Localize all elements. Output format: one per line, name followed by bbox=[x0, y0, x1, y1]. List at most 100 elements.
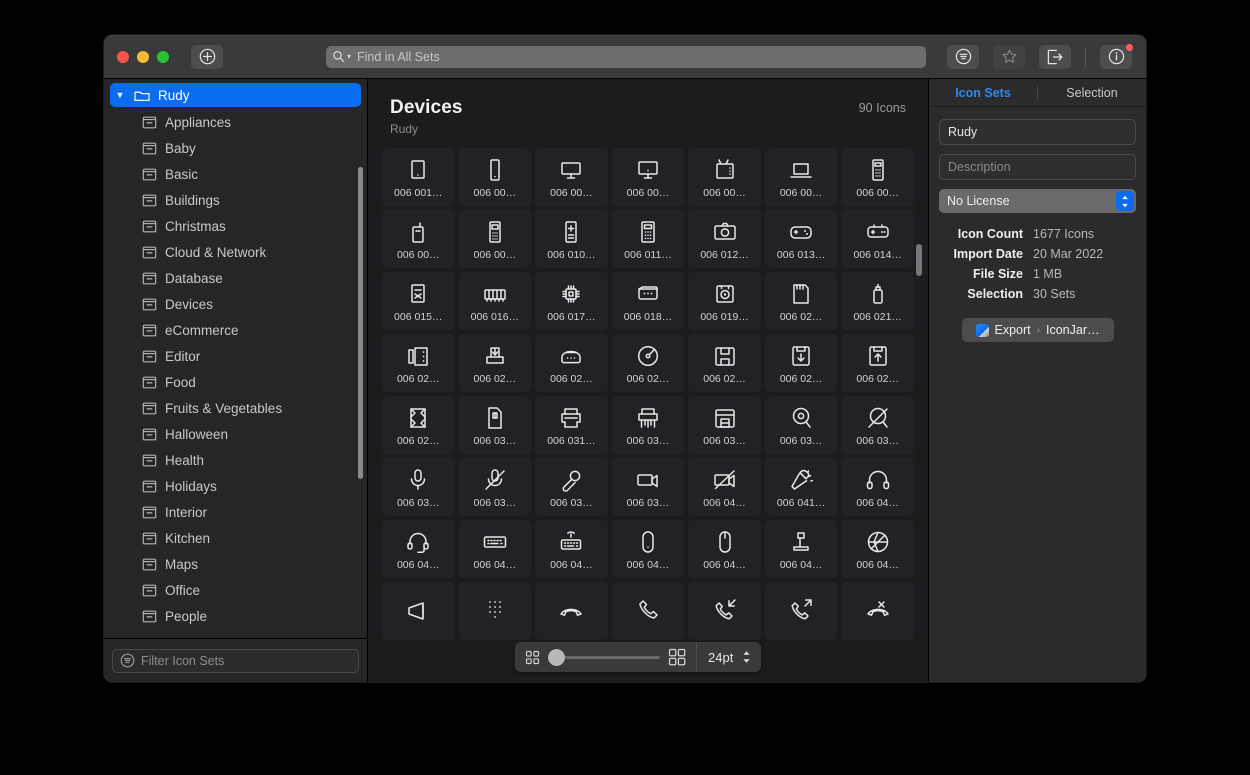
export-to-iconjar-button[interactable]: Export › IconJar… bbox=[962, 318, 1114, 342]
sidebar-item-office[interactable]: Office bbox=[104, 577, 367, 603]
grid-large-icon[interactable] bbox=[668, 648, 686, 666]
sidebar-item-food[interactable]: Food bbox=[104, 369, 367, 395]
icon-grid-cell[interactable]: 006 00… bbox=[841, 148, 914, 206]
maximize-window-button[interactable] bbox=[157, 51, 169, 63]
icon-grid-cell[interactable]: 006 03… bbox=[841, 396, 914, 454]
sidebar-item-christmas[interactable]: Christmas bbox=[104, 213, 367, 239]
icon-grid-cell[interactable]: 006 001… bbox=[382, 148, 455, 206]
sidebar-item-baby[interactable]: Baby bbox=[104, 135, 367, 161]
sidebar-item-halloween[interactable]: Halloween bbox=[104, 421, 367, 447]
icon-grid-cell[interactable]: 006 03… bbox=[459, 458, 532, 516]
search-field[interactable]: ▾ bbox=[326, 46, 926, 68]
sidebar-item-appliances[interactable]: Appliances bbox=[104, 109, 367, 135]
icon-grid-cell[interactable]: 006 03… bbox=[612, 396, 685, 454]
stepper-updown-icon[interactable] bbox=[1116, 191, 1134, 211]
icon-grid-cell[interactable]: 006 03… bbox=[765, 396, 838, 454]
filter-button[interactable] bbox=[947, 45, 979, 69]
set-name-input[interactable] bbox=[948, 125, 1127, 139]
icon-grid-cell[interactable]: 006 04… bbox=[841, 458, 914, 516]
icon-grid-cell[interactable]: 006 011… bbox=[612, 210, 685, 268]
icon-grid-cell[interactable]: 006 02… bbox=[841, 334, 914, 392]
icon-grid-cell[interactable] bbox=[841, 582, 914, 640]
icon-grid-cell[interactable] bbox=[688, 582, 761, 640]
icon-grid-cell[interactable]: 006 041… bbox=[765, 458, 838, 516]
filter-icon-sets-field[interactable] bbox=[112, 649, 359, 673]
icon-grid-cell[interactable]: 006 02… bbox=[382, 396, 455, 454]
icon-grid-cell[interactable]: 006 04… bbox=[535, 520, 608, 578]
icon-grid-cell[interactable] bbox=[612, 582, 685, 640]
grid-small-icon[interactable] bbox=[525, 650, 540, 665]
icon-grid-cell[interactable]: 006 018… bbox=[612, 272, 685, 330]
icon-grid-cell[interactable]: 006 04… bbox=[841, 520, 914, 578]
disclosure-triangle-icon[interactable]: ▼ bbox=[114, 90, 126, 100]
filter-input[interactable] bbox=[141, 654, 351, 668]
icon-grid-cell[interactable]: 006 04… bbox=[459, 520, 532, 578]
add-button[interactable] bbox=[191, 45, 223, 69]
icon-grid-cell[interactable]: 006 03… bbox=[382, 458, 455, 516]
icon-grid-scrollbar[interactable] bbox=[916, 244, 922, 276]
sidebar-item-fruits-vegetables[interactable]: Fruits & Vegetables bbox=[104, 395, 367, 421]
icon-grid-cell[interactable]: 006 017… bbox=[535, 272, 608, 330]
icon-grid[interactable]: 006 001…006 00…006 00…006 00…006 00…006 … bbox=[382, 148, 914, 640]
icon-grid-cell[interactable]: 006 04… bbox=[382, 520, 455, 578]
icon-grid-cell[interactable]: 006 02… bbox=[765, 272, 838, 330]
icon-grid-cell[interactable]: 006 02… bbox=[382, 334, 455, 392]
sidebar-item-kitchen[interactable]: Kitchen bbox=[104, 525, 367, 551]
icon-grid-cell[interactable]: 006 021… bbox=[841, 272, 914, 330]
icon-size-slider[interactable] bbox=[548, 656, 660, 659]
icon-grid-cell[interactable]: 006 03… bbox=[612, 458, 685, 516]
icon-grid-cell[interactable]: 006 02… bbox=[612, 334, 685, 392]
icon-grid-cell[interactable]: 006 04… bbox=[612, 520, 685, 578]
set-description-input[interactable] bbox=[948, 160, 1127, 174]
icon-grid-cell[interactable]: 006 013… bbox=[765, 210, 838, 268]
close-window-button[interactable] bbox=[117, 51, 129, 63]
sidebar-item-database[interactable]: Database bbox=[104, 265, 367, 291]
stepper-updown-icon[interactable] bbox=[741, 649, 752, 665]
sidebar-scrollbar[interactable] bbox=[358, 167, 363, 479]
sidebar-item-devices[interactable]: Devices bbox=[104, 291, 367, 317]
icon-grid-cell[interactable]: 006 012… bbox=[688, 210, 761, 268]
icon-grid-cell[interactable]: 006 03… bbox=[459, 396, 532, 454]
sidebar-item-editor[interactable]: Editor bbox=[104, 343, 367, 369]
icon-grid-cell[interactable]: 006 016… bbox=[459, 272, 532, 330]
icon-grid-cell[interactable]: 006 00… bbox=[688, 148, 761, 206]
set-description-field[interactable] bbox=[939, 154, 1136, 180]
slider-knob[interactable] bbox=[548, 649, 565, 666]
icon-grid-cell[interactable]: 006 02… bbox=[535, 334, 608, 392]
icon-grid-cell[interactable]: 006 02… bbox=[688, 334, 761, 392]
tab-icon-sets[interactable]: Icon Sets bbox=[929, 86, 1037, 100]
icon-grid-cell[interactable]: 006 04… bbox=[765, 520, 838, 578]
sidebar-item-basic[interactable]: Basic bbox=[104, 161, 367, 187]
sidebar-item-maps[interactable]: Maps bbox=[104, 551, 367, 577]
icon-grid-cell[interactable] bbox=[382, 582, 455, 640]
favorite-button[interactable] bbox=[993, 45, 1025, 69]
tab-selection[interactable]: Selection bbox=[1038, 86, 1146, 100]
sidebar-icon-set-list[interactable]: ▼ Rudy AppliancesBabyBasicBuildingsChris… bbox=[104, 79, 367, 638]
icon-grid-cell[interactable]: 006 015… bbox=[382, 272, 455, 330]
icon-grid-cell[interactable] bbox=[459, 582, 532, 640]
sidebar-item-interior[interactable]: Interior bbox=[104, 499, 367, 525]
icon-grid-cell[interactable] bbox=[765, 582, 838, 640]
icon-grid-cell[interactable]: 006 014… bbox=[841, 210, 914, 268]
icon-grid-cell[interactable]: 006 00… bbox=[765, 148, 838, 206]
icon-grid-cell[interactable]: 006 00… bbox=[459, 148, 532, 206]
sidebar-item-rudy-root[interactable]: ▼ Rudy bbox=[110, 83, 361, 107]
info-button[interactable] bbox=[1100, 45, 1132, 69]
license-dropdown[interactable]: No License bbox=[939, 189, 1136, 213]
icon-grid-cell[interactable]: 006 03… bbox=[535, 458, 608, 516]
sidebar-item-people[interactable]: People bbox=[104, 603, 367, 629]
set-name-field[interactable] bbox=[939, 119, 1136, 145]
icon-grid-cell[interactable]: 006 00… bbox=[459, 210, 532, 268]
sidebar-item-cloud-network[interactable]: Cloud & Network bbox=[104, 239, 367, 265]
chevron-down-icon[interactable]: ▾ bbox=[347, 52, 351, 61]
icon-grid-cell[interactable]: 006 03… bbox=[688, 396, 761, 454]
icon-grid-cell[interactable]: 006 04… bbox=[688, 520, 761, 578]
icon-grid-cell[interactable]: 006 010… bbox=[535, 210, 608, 268]
icon-grid-cell[interactable]: 006 02… bbox=[459, 334, 532, 392]
export-button[interactable] bbox=[1039, 45, 1071, 69]
sidebar-item-ecommerce[interactable]: eCommerce bbox=[104, 317, 367, 343]
icon-grid-cell[interactable]: 006 04… bbox=[688, 458, 761, 516]
icon-grid-cell[interactable]: 006 02… bbox=[765, 334, 838, 392]
icon-grid-cell[interactable]: 006 00… bbox=[612, 148, 685, 206]
minimize-window-button[interactable] bbox=[137, 51, 149, 63]
